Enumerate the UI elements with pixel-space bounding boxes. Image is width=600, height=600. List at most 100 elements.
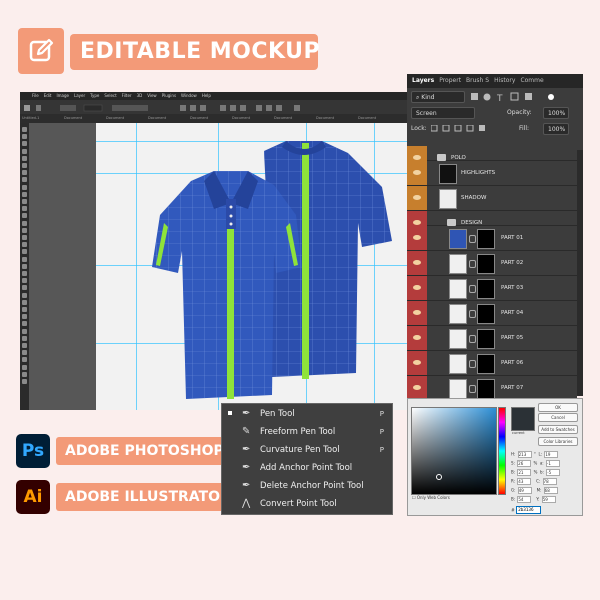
layer-row[interactable]: PART 06 (407, 351, 577, 376)
lock-icons[interactable] (431, 125, 491, 133)
tool-icon[interactable] (22, 134, 27, 140)
menu-item[interactable]: Help (202, 93, 211, 98)
layer-row[interactable]: SHADOW (407, 186, 577, 211)
menu-item[interactable]: Type (90, 93, 99, 98)
color-value-field[interactable]: 26 (517, 460, 532, 467)
visibility-icon[interactable] (407, 186, 427, 210)
pen-menu-item[interactable]: ⋀ Convert Point Tool (222, 495, 392, 513)
layer-row[interactable]: POLO (407, 146, 577, 170)
color-value-field[interactable]: 43 (517, 478, 532, 485)
layer-row[interactable]: DESIGN (407, 211, 577, 235)
document-tab[interactable]: Untitled-1 (22, 114, 62, 123)
visibility-icon[interactable] (407, 376, 427, 400)
tool-icon[interactable] (22, 177, 27, 183)
tool-icon[interactable] (22, 271, 27, 276)
tool-icon[interactable] (22, 184, 27, 190)
document-tabs[interactable]: Untitled-1 Document Document Document Docume… (20, 114, 407, 123)
fill-field[interactable]: 100% (543, 123, 569, 135)
layer-row[interactable]: PART 03 (407, 276, 577, 301)
tool-icon[interactable] (22, 235, 27, 240)
visibility-icon[interactable] (407, 276, 427, 300)
layer-row[interactable]: PART 05 (407, 326, 577, 351)
visibility-icon[interactable] (407, 251, 427, 275)
panel-tab[interactable]: Comme (520, 77, 543, 84)
layers-scrollbar[interactable] (577, 150, 583, 396)
tool-icon[interactable] (22, 328, 27, 334)
color-picker-button[interactable]: OK (538, 403, 578, 412)
tool-icon[interactable] (22, 278, 27, 284)
kind-select[interactable]: Kind (421, 94, 434, 101)
tool-icon[interactable] (22, 220, 27, 226)
tool-icon[interactable] (22, 206, 27, 212)
tool-icon[interactable] (22, 242, 27, 248)
tool-icon[interactable] (22, 256, 27, 262)
document-tab[interactable]: Document (316, 114, 356, 123)
tool-icon[interactable] (22, 364, 27, 370)
tool-icon[interactable] (22, 321, 27, 327)
only-web-colors[interactable]: ☐ Only Web Colors (412, 495, 450, 500)
layer-row[interactable]: PART 04 (407, 301, 577, 326)
visibility-icon[interactable] (407, 301, 427, 325)
document-tab[interactable]: Document (358, 114, 398, 123)
tool-icon[interactable] (22, 299, 27, 305)
tool-icon[interactable] (22, 307, 27, 312)
menu-item[interactable]: View (147, 93, 157, 98)
menu-item[interactable]: 3D (137, 93, 143, 98)
document-tab[interactable]: Document (106, 114, 146, 123)
tool-icon[interactable] (22, 371, 27, 377)
tool-icon[interactable] (22, 343, 27, 348)
layer-row[interactable]: PART 02 (407, 251, 577, 276)
color-picker-button[interactable]: Add to Swatches (538, 425, 578, 434)
tool-icon[interactable] (22, 379, 27, 384)
tool-icon[interactable] (22, 263, 27, 269)
tool-icon[interactable] (22, 350, 27, 356)
panel-tabs[interactable]: Layers Propert Brush S History Comme (407, 74, 583, 88)
tool-icon[interactable] (22, 148, 27, 154)
color-value-field[interactable]: 68 (543, 487, 558, 494)
color-value-field[interactable]: 21 (517, 469, 532, 476)
opacity-field[interactable]: 100% (543, 107, 569, 119)
tool-icon[interactable] (22, 155, 27, 161)
document-tab[interactable]: Document (64, 114, 104, 123)
canvas[interactable] (96, 123, 407, 410)
document-tab[interactable]: Document (232, 114, 272, 123)
pen-menu-item[interactable]: ✒ Add Anchor Point Tool (222, 459, 392, 477)
color-picker-button[interactable]: Color Libraries (538, 437, 578, 446)
toolbox[interactable] (20, 123, 29, 410)
color-value-field[interactable]: 59 (541, 496, 556, 503)
panel-tab[interactable]: Layers (412, 77, 434, 84)
visibility-icon[interactable] (407, 161, 427, 185)
hex-field[interactable]: 2b3136 (516, 506, 542, 514)
panel-tab[interactable]: History (494, 77, 515, 84)
tool-icon[interactable] (22, 191, 27, 197)
pen-menu-item[interactable]: ✒ Delete Anchor Point Tool (222, 477, 392, 495)
menu-item[interactable]: Layer (74, 93, 85, 98)
pen-menu-item[interactable]: ✒ Pen Tool P (222, 405, 392, 423)
color-value-field[interactable]: 49 (517, 487, 532, 494)
menu-item[interactable]: Plugins (162, 93, 176, 98)
menu-item[interactable]: Select (104, 93, 116, 98)
tool-icon[interactable] (22, 357, 27, 363)
tool-icon[interactable] (22, 335, 27, 341)
tool-icon[interactable] (22, 170, 27, 176)
tool-icon[interactable] (22, 227, 27, 233)
panel-tab[interactable]: Brush S (466, 77, 489, 84)
layer-row[interactable]: HIGHLIGHTS (407, 161, 577, 186)
color-value-field[interactable]: -1 (545, 460, 560, 467)
menu-item[interactable]: Image (56, 93, 69, 98)
color-value-field[interactable]: 78 (542, 478, 557, 485)
color-picker-button[interactable]: Cancel (538, 413, 578, 422)
layer-row[interactable]: PART 01 (407, 226, 577, 251)
document-tab[interactable]: Document (190, 114, 230, 123)
visibility-icon[interactable] (407, 226, 427, 250)
menu-item[interactable]: Filter (122, 93, 132, 98)
tool-icon[interactable] (22, 314, 27, 320)
pen-menu-item[interactable]: ✒ Curvature Pen Tool P (222, 441, 392, 459)
color-value-field[interactable]: 54 (517, 496, 532, 503)
filter-icons[interactable]: T (471, 92, 561, 102)
document-tab[interactable]: Document (148, 114, 188, 123)
tool-icon[interactable] (22, 285, 27, 291)
menu-item[interactable]: Window (181, 93, 197, 98)
visibility-icon[interactable] (407, 351, 427, 375)
color-value-field[interactable]: -5 (546, 469, 561, 476)
